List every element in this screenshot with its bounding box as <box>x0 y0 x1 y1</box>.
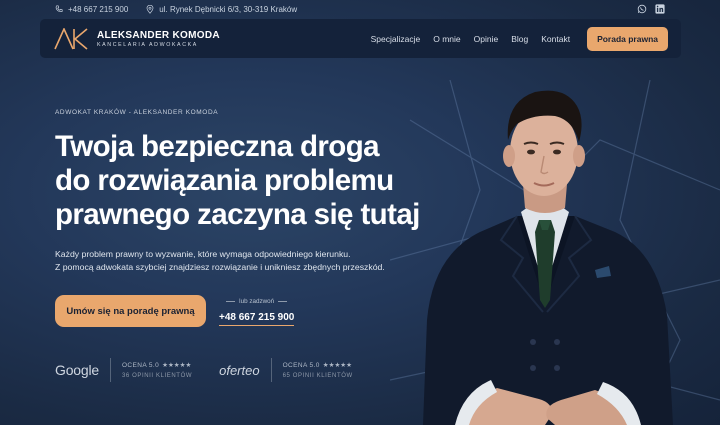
google-stars-icon: ★★★★★ <box>162 362 192 369</box>
oferteo-score: OCENA 5.0 <box>282 361 320 369</box>
divider <box>109 358 111 382</box>
google-score: OCENA 5.0 <box>121 361 160 369</box>
nav-item-opinie[interactable]: Opinie <box>474 34 499 44</box>
topbar-phone-text: +48 667 215 900 <box>68 4 129 14</box>
logo-monogram-icon <box>54 27 88 50</box>
headline-line-3: prawnego zaczyna się tutaj <box>55 198 420 231</box>
call-phone-link[interactable]: +48 667 215 900 <box>219 312 295 326</box>
linkedin-icon[interactable] <box>655 4 665 14</box>
oferteo-review-count: 65 OPINII KLIENTÓW <box>282 373 353 379</box>
topbar-phone[interactable]: +48 667 215 900 <box>55 5 128 14</box>
nav-item-blog[interactable]: Blog <box>511 34 528 44</box>
oferteo-rating: OCENA 5.0 ★★★★★ 65 OPINII KLIENTÓW <box>282 361 353 380</box>
oferteo-stars-icon: ★★★★★ <box>322 362 352 369</box>
topbar-address[interactable]: ul. Rynek Dębnicki 6/3, 30-319 Kraków <box>146 4 298 14</box>
description-line-2: Z pomocą adwokata szybciej znajdziesz ro… <box>55 262 385 272</box>
logo[interactable]: ALEKSANDER KOMODA KANCELARIA ADWOKACKA <box>54 27 220 50</box>
headline-line-2: do rozwiązania problemu <box>55 164 394 197</box>
topbar-address-text: ul. Rynek Dębnicki 6/3, 30-319 Kraków <box>159 4 298 14</box>
hero-description: Każdy problem prawny to wyzwanie, które … <box>55 248 385 274</box>
nav-item-specjalizacje[interactable]: Specjalizacje <box>371 34 421 44</box>
legal-advice-button[interactable]: Porada prawna <box>587 26 668 51</box>
lawyer-portrait <box>423 90 673 425</box>
google-review-count: 36 OPINII KLIENTÓW <box>121 373 193 379</box>
social-links <box>637 4 665 14</box>
brand-name: ALEKSANDER KOMODA <box>97 29 220 41</box>
book-consultation-button[interactable]: Umów się na poradę prawną <box>55 295 206 327</box>
main-navigation: ALEKSANDER KOMODA KANCELARIA ADWOKACKA S… <box>40 19 681 58</box>
nav-menu: Specjalizacje O mnie Opinie Blog Kontakt <box>371 34 570 44</box>
ratings-bar: Google OCENA 5.0 ★★★★★ 36 OPINII KLIENTÓ… <box>55 358 353 382</box>
divider <box>270 358 272 382</box>
oferteo-logo: oferteo <box>219 362 260 378</box>
google-logo: Google <box>55 362 99 378</box>
hero-eyebrow: ADWOKAT KRAKÓW - ALEKSANDER KOMODA <box>55 109 219 116</box>
call-block: lub zadzwoń +48 667 215 900 <box>219 298 295 326</box>
top-info-bar: +48 667 215 900 ul. Rynek Dębnicki 6/3, … <box>55 0 665 18</box>
whatsapp-icon[interactable] <box>637 4 647 14</box>
page: +48 667 215 900 ul. Rynek Dębnicki 6/3, … <box>0 0 720 425</box>
google-rating: OCENA 5.0 ★★★★★ 36 OPINII KLIENTÓW <box>121 361 193 380</box>
call-label: lub zadzwoń <box>219 298 294 305</box>
phone-icon <box>55 5 63 12</box>
hero-headline: Twoja bezpieczna droga do rozwiązania pr… <box>55 130 425 232</box>
nav-item-o-mnie[interactable]: O mnie <box>433 34 460 44</box>
brand-subtitle: KANCELARIA ADWOKACKA <box>97 41 198 48</box>
headline-line-1: Twoja bezpieczna droga <box>55 130 380 163</box>
nav-item-kontakt[interactable]: Kontakt <box>541 34 570 44</box>
description-line-1: Każdy problem prawny to wyzwanie, które … <box>55 249 351 259</box>
location-pin-icon <box>146 4 154 14</box>
